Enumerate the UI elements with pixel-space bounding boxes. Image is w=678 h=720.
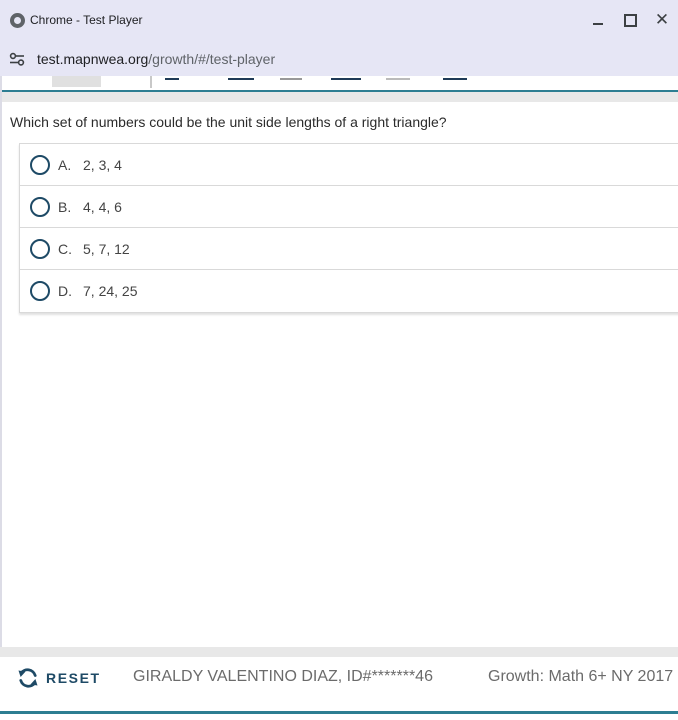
minimize-icon[interactable] bbox=[588, 10, 608, 30]
choice-letter: A. bbox=[58, 156, 72, 173]
window-title: Chrome - Test Player bbox=[30, 13, 143, 27]
choice-text: 5, 7, 12 bbox=[83, 240, 130, 257]
answer-choice-c[interactable]: C. 5, 7, 12 bbox=[20, 228, 678, 270]
tune-icon[interactable] bbox=[9, 52, 25, 66]
eliminator-tool-icon[interactable] bbox=[228, 76, 254, 80]
test-name: Growth: Math 6+ NY 2017 bbox=[488, 668, 674, 685]
radio-button-d[interactable] bbox=[30, 281, 50, 301]
reset-label: RESET bbox=[46, 670, 101, 686]
choice-letter: C. bbox=[58, 240, 72, 257]
student-name: GIRALDY VALENTINO DIAZ, ID#*******46 bbox=[133, 668, 433, 685]
url-path: /growth/#/test-player bbox=[148, 51, 276, 67]
toolbar-separator bbox=[150, 76, 152, 88]
answer-choices: A. 2, 3, 4 B. 4, 4, 6 C. 5, 7, 12 D. 7, … bbox=[19, 143, 678, 313]
choice-text: 4, 4, 6 bbox=[83, 198, 122, 215]
choice-text: 7, 24, 25 bbox=[83, 283, 138, 299]
url-text[interactable]: test.mapnwea.org/growth/#/test-player bbox=[37, 51, 275, 67]
address-bar: test.mapnwea.org/growth/#/test-player bbox=[0, 42, 678, 76]
answer-choice-b[interactable]: B. 4, 4, 6 bbox=[20, 186, 678, 228]
url-host: test.mapnwea.org bbox=[37, 51, 149, 67]
zoom-tool-icon[interactable] bbox=[386, 76, 410, 80]
radio-button-a[interactable] bbox=[30, 155, 50, 175]
footer-bar: RESET GIRALDY VALENTINO DIAZ, ID#*******… bbox=[0, 657, 678, 713]
radio-button-c[interactable] bbox=[30, 239, 50, 259]
window-frame-left bbox=[0, 76, 2, 716]
notes-tool-icon[interactable] bbox=[443, 76, 467, 80]
answer-choice-a[interactable]: A. 2, 3, 4 bbox=[20, 144, 678, 186]
radio-button-b[interactable] bbox=[30, 197, 50, 217]
close-icon[interactable]: ✕ bbox=[652, 10, 672, 30]
question-prompt: Which set of numbers could be the unit s… bbox=[10, 114, 447, 130]
content-top-band bbox=[0, 92, 678, 102]
answer-choice-d[interactable]: D. 7, 24, 25 bbox=[20, 270, 678, 312]
toolbar-tab[interactable] bbox=[52, 76, 101, 87]
reset-button[interactable]: RESET bbox=[16, 666, 101, 690]
highlighter-tool-icon[interactable] bbox=[280, 76, 302, 80]
choice-text: 2, 3, 4 bbox=[83, 156, 122, 173]
calculator-tool-icon[interactable] bbox=[331, 76, 361, 80]
maximize-icon[interactable] bbox=[620, 10, 640, 30]
chrome-app-icon bbox=[10, 13, 25, 28]
choice-letter: D. bbox=[58, 283, 72, 299]
window-bottom-edge bbox=[0, 714, 678, 720]
refresh-icon bbox=[18, 668, 38, 688]
pencil-tool-icon[interactable] bbox=[165, 76, 179, 80]
choice-letter: B. bbox=[58, 198, 72, 215]
content-bottom-band bbox=[0, 647, 678, 657]
window-titlebar: Chrome - Test Player ✕ bbox=[0, 0, 678, 42]
test-toolbar-partial bbox=[0, 76, 678, 90]
